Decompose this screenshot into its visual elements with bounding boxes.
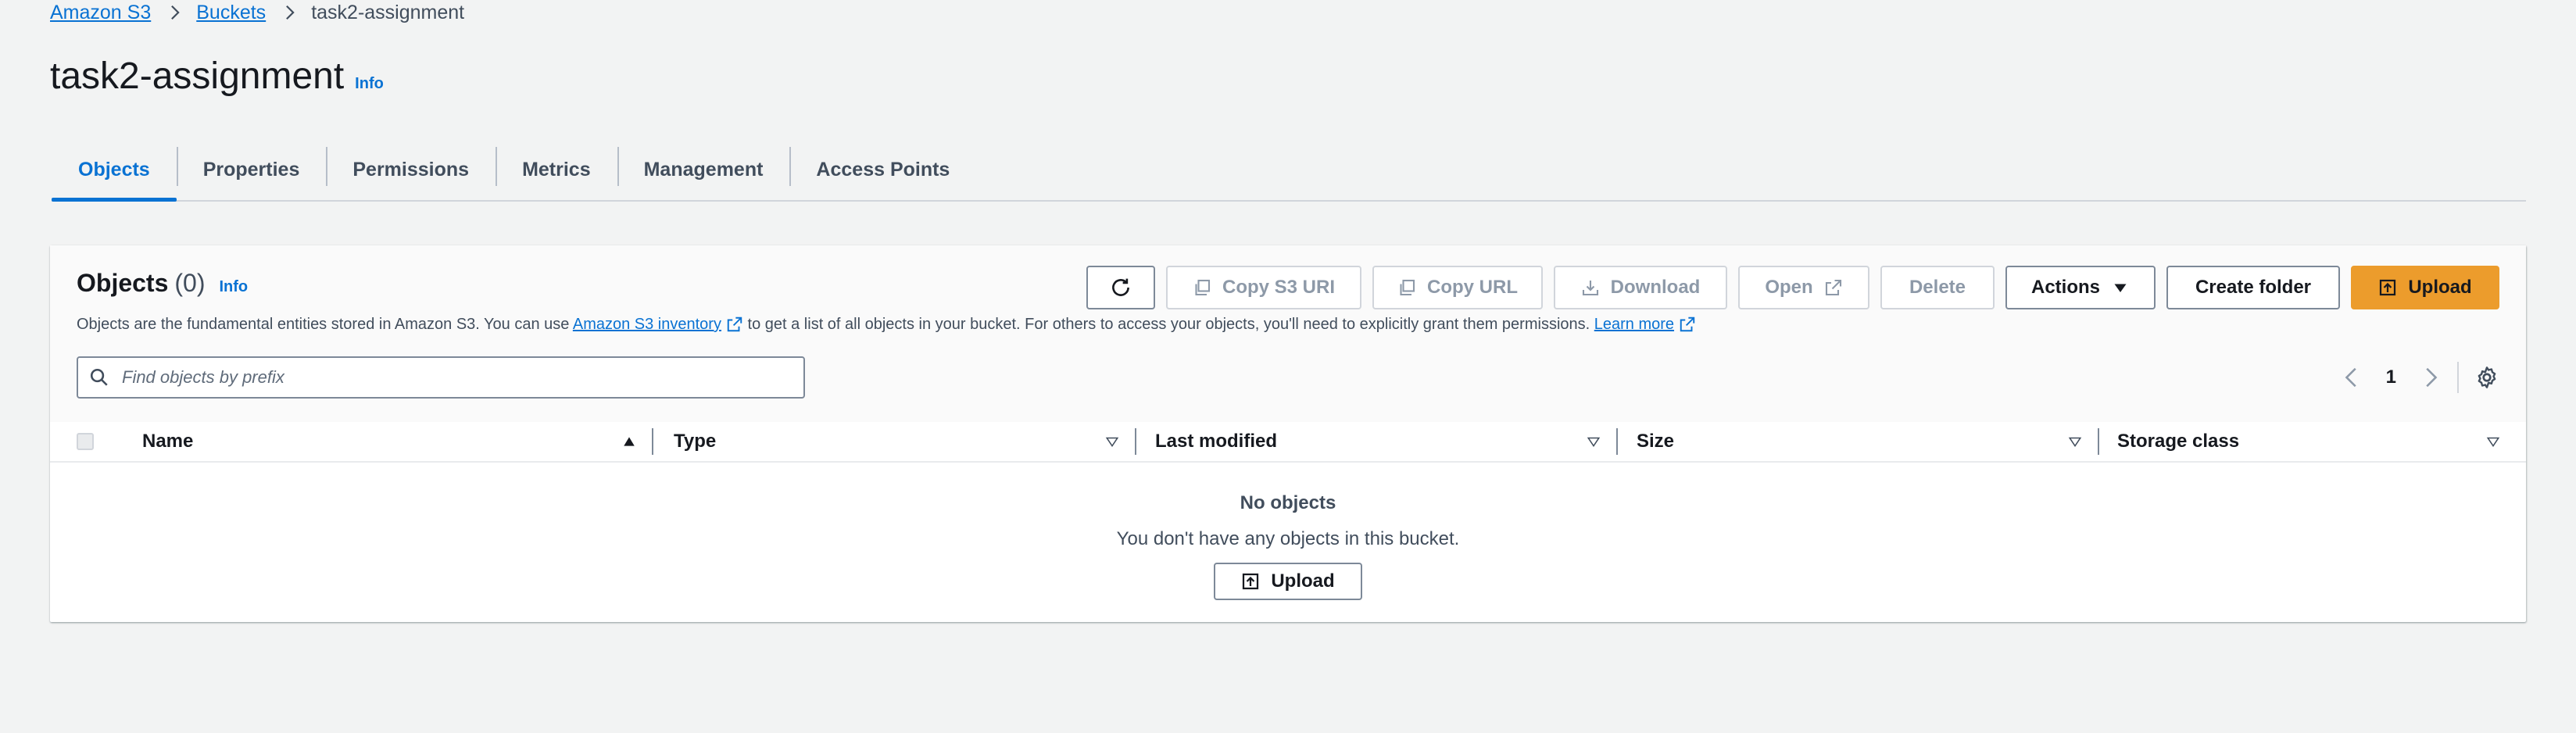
chevron-right-icon[interactable] bbox=[2418, 366, 2442, 389]
actions-dropdown[interactable]: Actions bbox=[2005, 266, 2156, 309]
pagination: 1 bbox=[2341, 361, 2499, 394]
refresh-button[interactable] bbox=[1086, 266, 1155, 309]
info-link[interactable]: Info bbox=[355, 75, 384, 93]
delete-button[interactable]: Delete bbox=[1880, 266, 1995, 309]
objects-table-header: Name Type Last modified Size Storage cla… bbox=[50, 422, 2526, 463]
open-button[interactable]: Open bbox=[1738, 266, 1869, 309]
copy-url-label: Copy URL bbox=[1427, 277, 1518, 298]
tab-properties[interactable]: Properties bbox=[176, 139, 327, 200]
chevron-right-icon bbox=[286, 5, 295, 20]
gear-icon[interactable] bbox=[2474, 365, 2499, 390]
copy-icon bbox=[1400, 279, 1415, 296]
column-resizer[interactable] bbox=[652, 428, 653, 455]
learn-more-link[interactable]: Learn more bbox=[1594, 316, 1674, 333]
sort-icon bbox=[2068, 437, 2082, 448]
download-button[interactable]: Download bbox=[1554, 266, 1727, 309]
objects-info-link[interactable]: Info bbox=[219, 278, 248, 296]
search-field[interactable] bbox=[77, 356, 805, 399]
download-icon bbox=[1582, 281, 1598, 296]
column-type[interactable]: Type bbox=[674, 422, 1136, 461]
external-link-icon bbox=[727, 316, 742, 332]
search-icon bbox=[90, 368, 108, 386]
upload-label: Upload bbox=[2408, 277, 2472, 298]
column-last-modified-label: Last modified bbox=[1155, 431, 1278, 452]
tab-objects[interactable]: Objects bbox=[52, 139, 177, 202]
download-label: Download bbox=[1610, 277, 1701, 298]
copy-icon bbox=[1195, 279, 1211, 296]
column-storage-class[interactable]: Storage class bbox=[2117, 422, 2500, 461]
objects-panel-header: Objects (0) Info Copy S3 URI Copy URL Do… bbox=[50, 245, 2526, 422]
column-name-label: Name bbox=[142, 431, 194, 452]
objects-description: Objects are the fundamental entities sto… bbox=[77, 316, 1696, 334]
objects-count: (0) bbox=[174, 269, 206, 297]
chevron-left-icon[interactable] bbox=[2341, 366, 2364, 389]
column-type-label: Type bbox=[674, 431, 717, 452]
empty-upload-label: Upload bbox=[1271, 570, 1335, 592]
copy-s3-uri-button[interactable]: Copy S3 URI bbox=[1166, 266, 1361, 309]
external-link-icon bbox=[1825, 279, 1841, 296]
column-size-label: Size bbox=[1637, 431, 1675, 452]
empty-upload-button[interactable]: Upload bbox=[1214, 563, 1362, 600]
empty-message: You don't have any objects in this bucke… bbox=[1116, 528, 1460, 549]
objects-description-rest: to get a list of all objects in your buc… bbox=[747, 316, 1590, 333]
tab-permissions[interactable]: Permissions bbox=[326, 139, 496, 200]
breadcrumb-buckets[interactable]: Buckets bbox=[196, 2, 266, 24]
tab-bar: Objects Properties Permissions Metrics M… bbox=[52, 139, 2526, 202]
objects-toolbar: Copy S3 URI Copy URL Download Open Delet… bbox=[1086, 266, 2499, 309]
select-all-checkbox[interactable] bbox=[77, 433, 94, 450]
page-title: task2-assignment bbox=[50, 55, 345, 97]
upload-button[interactable]: Upload bbox=[2351, 266, 2499, 309]
upload-icon bbox=[2380, 279, 2396, 296]
search-input[interactable] bbox=[120, 366, 749, 388]
column-storage-class-label: Storage class bbox=[2117, 431, 2240, 452]
caret-down-icon bbox=[2114, 284, 2127, 292]
column-size[interactable]: Size bbox=[1637, 422, 2099, 461]
objects-description-text: Objects are the fundamental entities sto… bbox=[77, 316, 570, 333]
column-name[interactable]: Name bbox=[142, 422, 653, 461]
page-header: task2-assignment Info bbox=[50, 55, 384, 98]
column-resizer[interactable] bbox=[2098, 428, 2099, 455]
column-resizer[interactable] bbox=[1616, 428, 1618, 455]
objects-panel-title: Objects (0) Info bbox=[77, 269, 248, 298]
page-number[interactable]: 1 bbox=[2386, 366, 2396, 388]
tab-access-points[interactable]: Access Points bbox=[789, 139, 976, 200]
open-label: Open bbox=[1765, 277, 1813, 298]
column-last-modified[interactable]: Last modified bbox=[1155, 422, 1618, 461]
copy-url-button[interactable]: Copy URL bbox=[1372, 266, 1543, 309]
tab-metrics[interactable]: Metrics bbox=[496, 139, 617, 200]
pager-divider bbox=[2457, 362, 2459, 393]
sort-icon bbox=[2486, 437, 2500, 448]
refresh-icon bbox=[1112, 278, 1129, 296]
objects-heading: Objects bbox=[77, 269, 169, 297]
tab-management[interactable]: Management bbox=[617, 139, 790, 200]
sort-ascending-icon bbox=[624, 437, 635, 446]
empty-state: No objects You don't have any objects in… bbox=[50, 481, 2526, 600]
delete-label: Delete bbox=[1909, 277, 1966, 298]
actions-label: Actions bbox=[2030, 277, 2100, 298]
sort-icon bbox=[1105, 437, 1119, 448]
external-link-icon bbox=[1680, 316, 1695, 332]
empty-title: No objects bbox=[1240, 492, 1336, 513]
column-resizer[interactable] bbox=[1135, 428, 1136, 455]
objects-panel: Objects (0) Info Copy S3 URI Copy URL Do… bbox=[50, 245, 2526, 622]
breadcrumb: Amazon S3 Buckets task2-assignment bbox=[50, 0, 464, 25]
copy-s3-uri-label: Copy S3 URI bbox=[1222, 277, 1336, 298]
sort-icon bbox=[1587, 437, 1601, 448]
create-folder-label: Create folder bbox=[2195, 277, 2312, 298]
breadcrumb-amazon-s3[interactable]: Amazon S3 bbox=[50, 2, 151, 24]
s3-inventory-link[interactable]: Amazon S3 inventory bbox=[573, 316, 721, 333]
upload-icon bbox=[1243, 573, 1259, 590]
breadcrumb-current: task2-assignment bbox=[311, 1, 465, 23]
create-folder-button[interactable]: Create folder bbox=[2166, 266, 2340, 309]
chevron-right-icon bbox=[171, 5, 180, 20]
